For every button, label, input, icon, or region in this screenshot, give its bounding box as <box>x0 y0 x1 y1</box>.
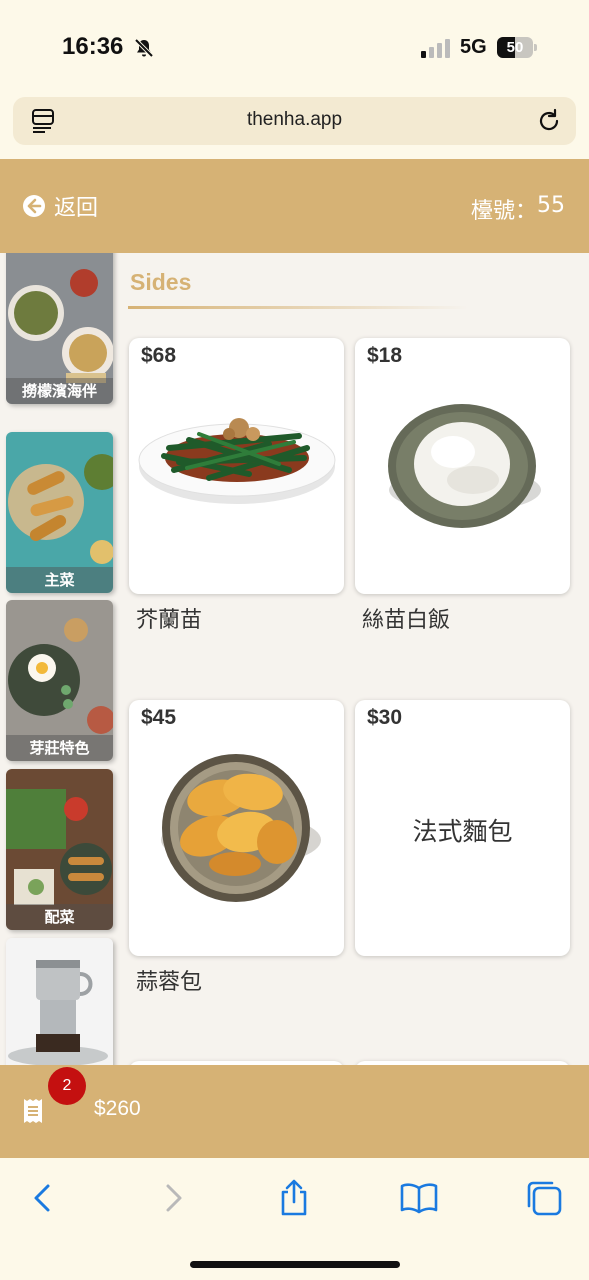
section-title: Sides <box>130 269 192 295</box>
category-image <box>6 938 113 1065</box>
back-nav-icon[interactable] <box>24 1178 64 1218</box>
food-image-garlic-bread <box>161 754 321 902</box>
item-card[interactable]: $68 <box>129 338 344 594</box>
menu-item[interactable]: $45 蒜蓉包 <box>129 700 344 996</box>
category-item-main[interactable]: 主菜 <box>6 432 113 593</box>
cart-total: $260 <box>94 1097 141 1120</box>
bell-muted-icon <box>134 38 154 58</box>
item-card[interactable]: $45 <box>129 700 344 956</box>
network-label: 5G <box>460 36 487 58</box>
cart-bar[interactable]: 2 $260 <box>0 1065 589 1158</box>
reload-icon[interactable] <box>535 107 563 135</box>
food-image-rice <box>388 404 541 528</box>
menu-item[interactable]: $30 法式麵包 <box>355 700 570 964</box>
item-card[interactable]: $30 法式麵包 <box>355 700 570 956</box>
section-divider <box>128 306 468 309</box>
browser-toolbar <box>0 1158 589 1280</box>
category-label: 配菜 <box>6 904 113 930</box>
item-placeholder-name: 法式麵包 <box>412 817 513 846</box>
category-item-seafood[interactable]: 撈檬濱海伴 <box>6 253 113 404</box>
items-panel: Sides $68 芥蘭苗 $18 絲苗白飯 $45 蒜蓉包 $30 法式麵包 <box>118 253 589 1065</box>
food-image-greens <box>138 418 336 504</box>
tabs-icon[interactable] <box>524 1178 564 1218</box>
item-name: 芥蘭苗 <box>136 608 203 633</box>
status-time: 16:36 <box>62 33 124 60</box>
address-bar[interactable]: thenha.app <box>13 97 576 145</box>
menu-content: 撈檬濱海伴 主菜 芽莊特色 配菜 Sides $68 芥蘭苗 $18 絲苗白飯 … <box>0 253 589 1065</box>
arrow-left-circle-icon <box>23 195 45 217</box>
category-label: 撈檬濱海伴 <box>6 378 113 404</box>
table-label: 檯號： <box>470 199 537 224</box>
url-text[interactable]: thenha.app <box>13 109 576 131</box>
category-item-sides[interactable]: 配菜 <box>6 769 113 930</box>
category-label: 主菜 <box>6 567 113 593</box>
receipt-icon[interactable] <box>22 1097 44 1125</box>
category-item-drinks[interactable] <box>6 938 113 1065</box>
item-price: $30 <box>367 706 403 729</box>
item-card[interactable]: $18 <box>355 338 570 594</box>
category-sidebar: 撈檬濱海伴 主菜 芽莊特色 配菜 <box>0 253 118 1065</box>
app-header: 返回 檯號： 55 <box>0 159 589 253</box>
back-label: 返回 <box>54 196 99 221</box>
share-icon[interactable] <box>274 1178 314 1218</box>
battery-icon: 50 <box>497 37 537 58</box>
signal-icon <box>421 39 450 58</box>
item-price: $45 <box>141 706 177 729</box>
category-item-specials[interactable]: 芽莊特色 <box>6 600 113 761</box>
forward-nav-icon[interactable] <box>152 1178 192 1218</box>
item-price: $18 <box>367 344 403 367</box>
category-label: 芽莊特色 <box>6 735 113 761</box>
status-bar: 16:36 5G 50 <box>0 0 589 92</box>
home-indicator <box>190 1261 400 1268</box>
menu-item[interactable]: $68 芥蘭苗 <box>129 338 344 634</box>
battery-label: 50 <box>506 39 524 56</box>
item-name: 絲苗白飯 <box>362 608 451 633</box>
back-button[interactable]: 返回 <box>22 191 98 221</box>
item-price: $68 <box>141 344 177 367</box>
cart-count-badge: 2 <box>48 1067 86 1105</box>
table-value: 55 <box>537 193 565 218</box>
bookmarks-icon[interactable] <box>399 1178 439 1218</box>
item-name: 蒜蓉包 <box>136 970 203 995</box>
table-number: 檯號： 55 <box>471 193 565 225</box>
menu-item[interactable]: $18 絲苗白飯 <box>355 338 570 634</box>
